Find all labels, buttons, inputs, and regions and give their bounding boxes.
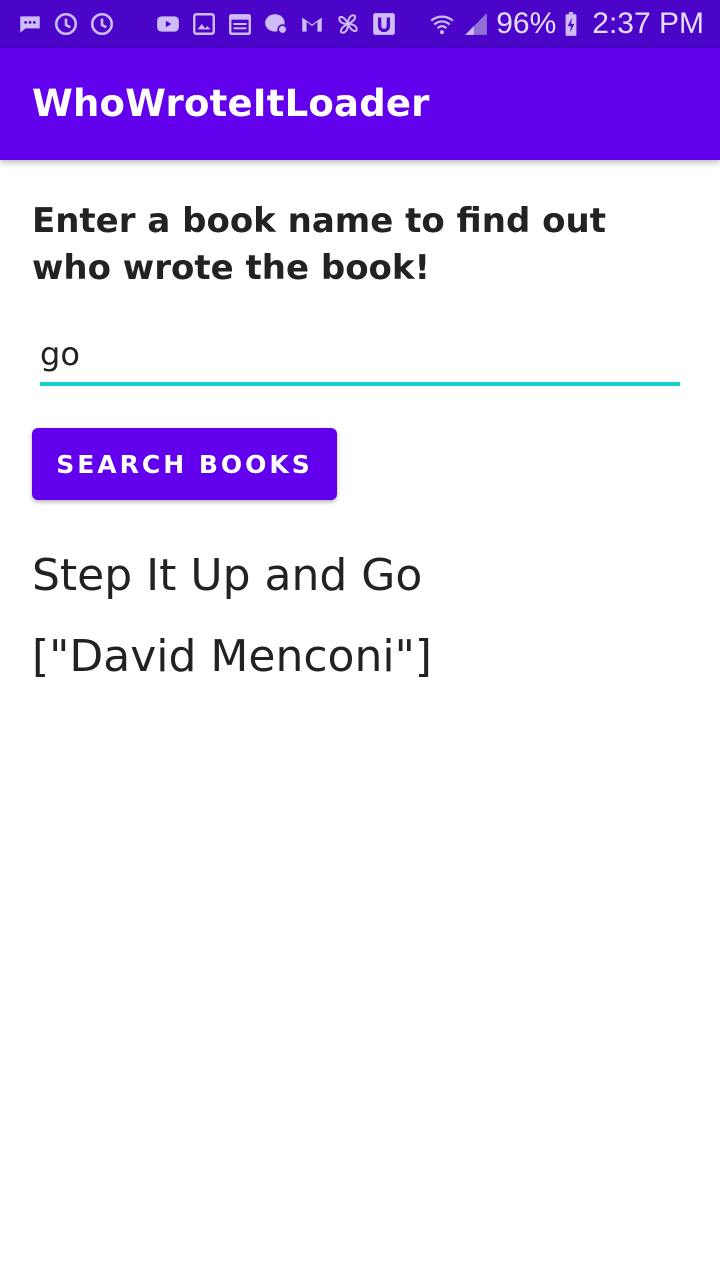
sync-icon bbox=[88, 10, 116, 38]
u-app-icon bbox=[370, 10, 398, 38]
app-title: WhoWroteItLoader bbox=[32, 82, 430, 125]
battery-percent: 96% bbox=[496, 7, 557, 40]
calendar-icon bbox=[226, 10, 254, 38]
book-name-field[interactable] bbox=[40, 330, 680, 386]
status-bar: 96% 2:37 PM bbox=[0, 0, 720, 48]
app-bar: WhoWroteItLoader bbox=[0, 48, 720, 160]
cell-signal-icon bbox=[462, 10, 490, 38]
gmail-icon bbox=[298, 10, 326, 38]
sync-icon bbox=[52, 10, 80, 38]
system-icons: 96% 2:37 PM bbox=[428, 0, 704, 48]
youtube-icon bbox=[154, 10, 182, 38]
clock: 2:37 PM bbox=[592, 7, 704, 40]
pinwheel-icon bbox=[334, 10, 362, 38]
wifi-icon bbox=[428, 10, 456, 38]
chat-bubble-icon bbox=[16, 10, 44, 38]
notification-icons bbox=[16, 0, 398, 48]
result-authors: ["David Menconi"] bbox=[32, 631, 432, 682]
battery-charging-icon bbox=[562, 10, 580, 38]
instruction-text: Enter a book name to find out who wrote … bbox=[32, 201, 606, 288]
search-books-button[interactable]: SEARCH BOOKS bbox=[32, 428, 337, 500]
book-name-input[interactable] bbox=[40, 330, 680, 383]
image-icon bbox=[190, 10, 218, 38]
messenger-icon bbox=[262, 10, 290, 38]
result-book-title: Step It Up and Go bbox=[32, 550, 423, 601]
input-underline bbox=[40, 382, 680, 386]
